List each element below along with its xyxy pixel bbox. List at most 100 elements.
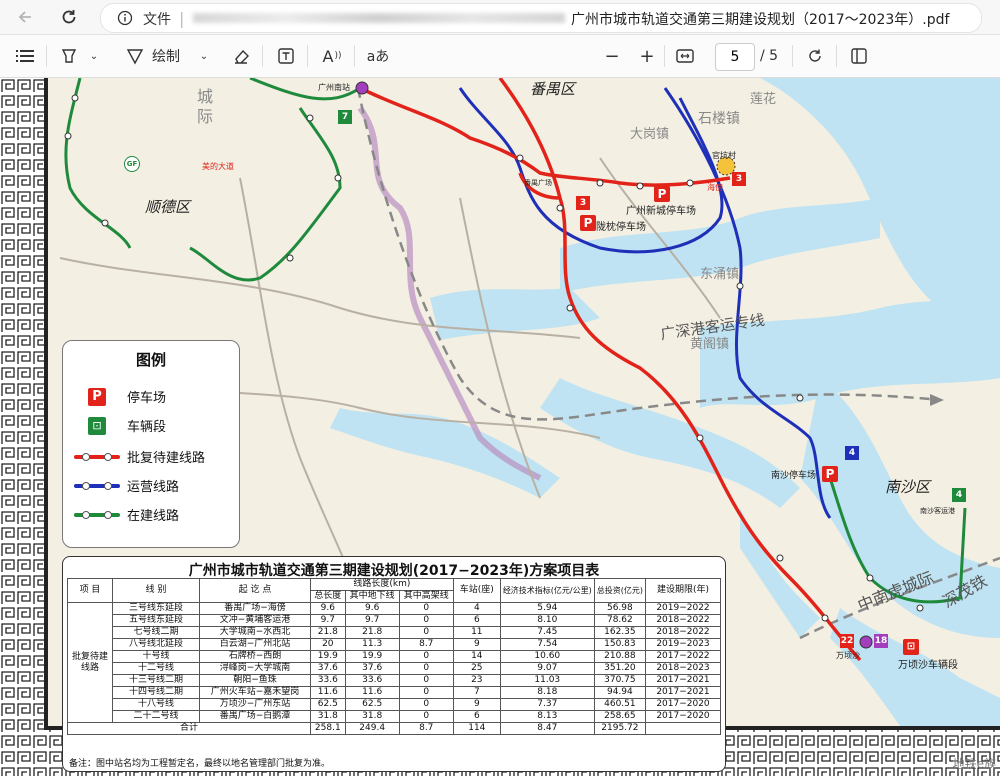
table-cell: 2017−2021 — [645, 674, 721, 687]
address-bar[interactable]: 文件 | 广州市城市轨道交通第三期建设规划（2017～2023年）.pdf — [100, 3, 982, 33]
table-cell: 番禺广场−海傍 — [199, 602, 311, 615]
table-cell: 五号线东延段 — [112, 614, 200, 627]
zoom-in-button[interactable]: + — [638, 45, 656, 67]
table-cell: 25 — [452, 662, 501, 675]
table-row: 十八号线 万顷沙−广州东站 62.5 62.5 0 9 7.37 460.51 2017−202… — [68, 698, 721, 711]
station-nansha-parking: 南沙停车场 — [771, 471, 817, 481]
table-cell: 七号线二期 — [112, 626, 200, 639]
total-empty-cell — [645, 722, 721, 735]
table-row: 十二号线 浔峰岗−大学城南 37.6 37.6 0 25 9.07 351.20 2018−20… — [68, 662, 721, 675]
table-row: 七号线二期 大学城南−水西北 21.8 21.8 0 11 7.45 162.35 2018−2… — [68, 626, 721, 639]
text-options-button[interactable]: aあ — [364, 45, 392, 67]
project-table-panel: 广州市城市轨道交通第三期建设规划(2017−2023年)方案项目表 项 目 线 … — [62, 556, 726, 772]
table-row: 八号线北延段 白云湖−广州北站 20 11.3 8.7 9 7.54 150.83 2019−2… — [68, 638, 721, 651]
table-cell: 浔峰岗−大学城南 — [199, 662, 311, 675]
draw-icon[interactable] — [124, 45, 146, 67]
legend-title: 图例 — [135, 351, 166, 369]
map-label-dongchong: 东涌镇 — [700, 267, 740, 282]
contents-icon[interactable] — [14, 45, 36, 67]
read-aloud-icon[interactable]: A)) — [320, 45, 344, 67]
operating-line-swatch — [74, 481, 120, 490]
table-row: 十三号线二期 朝阳−鱼珠 33.6 33.6 0 23 11.03 370.75 2017−20… — [68, 674, 721, 687]
table-cell: 7.45 — [499, 626, 595, 639]
table-cell: 0 — [398, 602, 454, 615]
line-badge-gf: GF — [124, 156, 140, 172]
table-cell: 9.7 — [310, 614, 346, 627]
document-title: 广州市城市轨道交通第三期建设规划（2017～2023年）.pdf — [571, 12, 950, 28]
draw-label[interactable]: 绘制 — [152, 45, 180, 67]
read-aloud-label: A — [322, 46, 334, 66]
table-cell: 9 — [452, 698, 501, 711]
station-wanqingsha-depot: 万顷沙车辆段 — [898, 660, 958, 671]
table-cell: 十四号线二期 — [112, 686, 200, 699]
chevron-down-icon[interactable]: ⌄ — [196, 45, 212, 67]
table-cell: 十三号线二期 — [112, 674, 200, 687]
depot-icon: ⊡ — [903, 639, 919, 655]
header-endpoints: 起 讫 点 — [199, 578, 311, 603]
page-view-icon[interactable] — [848, 45, 870, 67]
table-cell: 9.07 — [499, 662, 595, 675]
line-badge-3: 3 — [576, 196, 590, 210]
table-cell: 37.6 — [344, 662, 400, 675]
table-cell: 三号线东延段 — [112, 602, 200, 615]
table-cell: 370.75 — [593, 674, 647, 687]
table-cell: 7.37 — [499, 698, 595, 711]
fit-width-icon[interactable] — [674, 45, 696, 67]
table-cell: 2018−2022 — [645, 614, 721, 627]
header-econ: 经济技术指标(亿元/公里) — [499, 578, 595, 603]
page-number-input[interactable]: 5 — [715, 43, 755, 71]
table-cell: 37.6 — [310, 662, 346, 675]
table-cell: 文冲−黄埔客运港 — [199, 614, 311, 627]
line-badge-3: 3 — [732, 172, 746, 186]
table-cell: 78.62 — [593, 614, 647, 627]
header-length: 线路长度(km) — [310, 578, 454, 591]
back-arrow-icon[interactable] — [14, 6, 36, 28]
table-cell: 2019−2023 — [645, 638, 721, 651]
table-cell: 150.83 — [593, 638, 647, 651]
table-cell: 0 — [398, 614, 454, 627]
table-cell: 10.60 — [499, 650, 595, 663]
legend-label: 停车场 — [127, 391, 167, 406]
rotate-icon[interactable] — [804, 45, 826, 67]
legend-item-parking: P 停车场 — [73, 387, 166, 406]
eraser-icon[interactable] — [230, 45, 252, 67]
table-total-row: 合计 258.1 249.4 8.7 114 8.47 2195.72 — [67, 722, 721, 735]
zoom-out-button[interactable]: − — [603, 45, 621, 67]
header-stations: 车站(座) — [452, 578, 501, 603]
toolbar-divider — [354, 45, 355, 67]
table-cell: 7 — [452, 686, 501, 699]
legend-item-construction: 在建线路 — [73, 505, 179, 524]
chevron-down-icon[interactable]: ⌄ — [86, 45, 102, 67]
legend-item-operating: 运营线路 — [73, 476, 179, 495]
table-cell: 9.6 — [310, 602, 346, 615]
map-label-lianhua: 莲花 — [750, 92, 777, 107]
depot-icon: ⊡ — [88, 416, 106, 435]
table-cell: 23 — [452, 674, 501, 687]
table-cell: 7.54 — [499, 638, 595, 651]
map-legend: 图例 P 停车场 ⊡ 车辆段 批复待建线路 运营线路 在建线路 — [62, 340, 240, 548]
table-cell: 0 — [398, 674, 454, 687]
total-cell: 8.47 — [499, 722, 595, 735]
header-line: 线 别 — [112, 578, 200, 603]
highlight-icon[interactable] — [58, 45, 80, 67]
header-period: 建设期限(年) — [645, 578, 721, 603]
header-total: 总长度 — [310, 590, 346, 603]
reload-icon[interactable] — [58, 6, 80, 28]
station-panyu-square: 番禺广场 — [524, 179, 552, 187]
table-cell: 8.7 — [398, 638, 454, 651]
construction-line-swatch — [74, 510, 120, 519]
page-total: / 5 — [760, 48, 779, 64]
map-label-dagang: 大岗镇 — [630, 127, 670, 142]
table-cell: 二十二号线 — [112, 710, 200, 723]
pdf-page-map: 顺德区 番禺区 南沙区 城 际 石楼镇 莲花 大岗镇 东涌镇 黄阁镇 广深港客运… — [0, 78, 1000, 776]
text-box-icon[interactable] — [275, 45, 297, 67]
table-cell: 351.20 — [593, 662, 647, 675]
table-cell: 11 — [452, 626, 501, 639]
table-cell: 0 — [398, 698, 454, 711]
info-icon[interactable] — [117, 10, 133, 30]
table-cell: 5.94 — [499, 602, 595, 615]
station-guangzhou-south: 广州南站 — [318, 83, 350, 92]
station-haibang: 海傍 — [707, 183, 723, 192]
table-cell: 十八号线 — [112, 698, 200, 711]
table-row: 批复待建线路 三号线东延段 番禺广场−海傍 9.6 9.6 0 4 5.94 56.98 2019… — [67, 602, 721, 723]
